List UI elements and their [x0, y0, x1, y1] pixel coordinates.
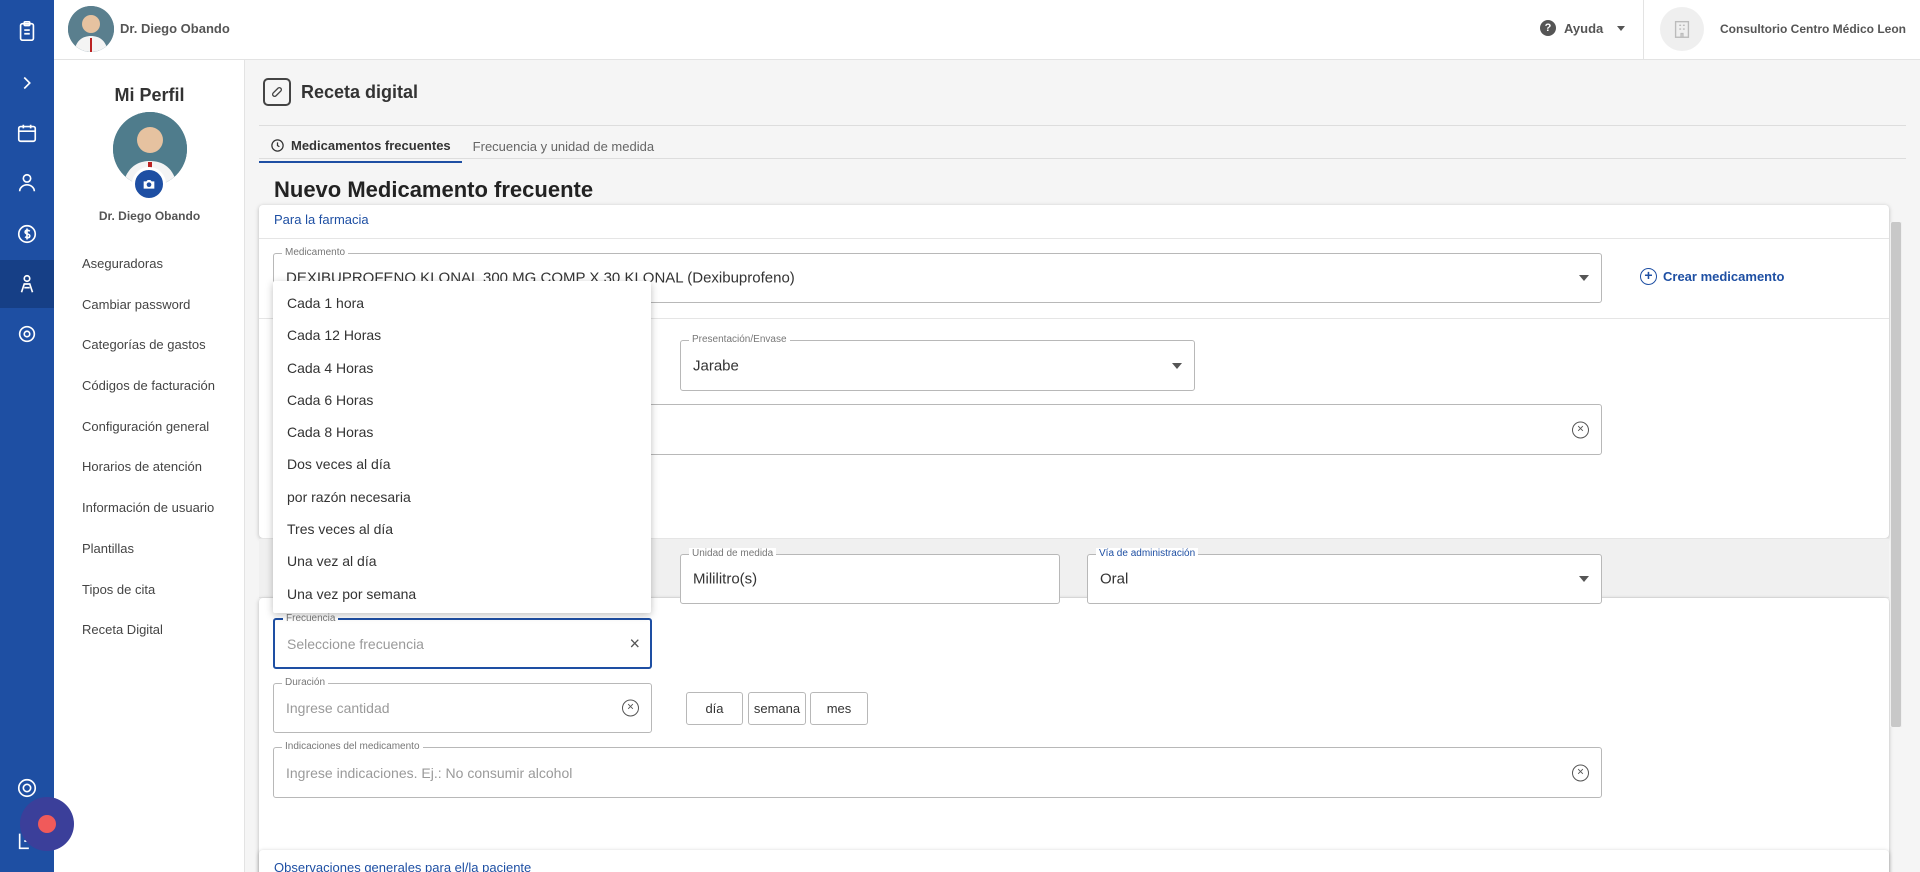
field-label: Vía de administración — [1096, 548, 1199, 559]
divider — [259, 238, 1889, 239]
field-label: Frecuencia — [283, 613, 339, 624]
sidebar-item-codigos-facturacion[interactable]: Códigos de facturación — [82, 378, 215, 419]
clear-icon[interactable]: × — [1572, 764, 1589, 781]
frequency-option[interactable]: Cada 8 Horas — [273, 416, 651, 448]
field-value: Oral — [1100, 570, 1129, 588]
left-rail — [0, 0, 54, 872]
frequency-option[interactable]: Dos veces al día — [273, 448, 651, 480]
create-medication-label: Crear medicamento — [1663, 269, 1785, 284]
prescription-icon — [263, 78, 291, 106]
sidebar-item-aseguradoras[interactable]: Aseguradoras — [82, 256, 215, 297]
duracion-input[interactable]: Duración Ingrese cantidad × — [273, 677, 652, 733]
frequency-option[interactable]: Cada 12 Horas — [273, 319, 651, 351]
help-label: Ayuda — [1564, 20, 1604, 36]
sidebar-item-horarios-atencion[interactable]: Horarios de atención — [82, 459, 215, 500]
divider — [259, 125, 1906, 126]
frequency-option[interactable]: Cada 6 Horas — [273, 384, 651, 416]
sidebar-title: Mi Perfil — [114, 85, 185, 105]
plus-circle-icon: + — [1640, 268, 1657, 285]
chevron-right-icon[interactable] — [12, 68, 42, 98]
sidebar-user-name: Dr. Diego Obando — [98, 209, 201, 223]
duration-month-button[interactable]: mes — [810, 692, 868, 725]
notification-dot — [38, 815, 56, 833]
frecuencia-input[interactable]: Frecuencia Seleccione frecuencia × — [273, 613, 652, 669]
tab-label: Frecuencia y unidad de medida — [472, 139, 655, 154]
unidad-medida-field[interactable]: Unidad de medida Mililitro(s) — [680, 548, 1060, 604]
via-administracion-select[interactable]: Vía de administración Oral — [1087, 548, 1602, 604]
help-icon: ? — [1540, 20, 1556, 36]
sidebar-item-configuracion-general[interactable]: Configuración general — [82, 419, 215, 460]
frequency-option[interactable]: Tres veces al día — [273, 513, 651, 545]
clinic-logo — [1660, 7, 1704, 51]
close-icon[interactable]: × — [629, 633, 640, 654]
observations-card: Observaciones generales para el/la pacie… — [259, 850, 1889, 872]
sidebar-menu: Aseguradoras Cambiar password Categorías… — [82, 256, 215, 663]
field-placeholder: Ingrese indicaciones. Ej.: No consumir a… — [286, 764, 573, 781]
scrollbar[interactable] — [1890, 222, 1902, 727]
avatar[interactable] — [68, 6, 114, 52]
duration-week-button[interactable]: semana — [748, 692, 806, 725]
frequency-option[interactable]: Una vez por semana — [273, 578, 651, 610]
help-menu[interactable]: ? Ayuda — [1540, 20, 1626, 36]
sidebar-item-informacion-usuario[interactable]: Información de usuario — [82, 500, 215, 541]
sidebar-item-categorias-gastos[interactable]: Categorías de gastos — [82, 337, 215, 378]
field-value: Jarabe — [693, 357, 739, 374]
calendar-icon[interactable] — [12, 118, 42, 148]
clipboard-icon[interactable] — [12, 16, 42, 46]
field-placeholder: Ingrese cantidad — [286, 700, 390, 716]
observations-label: Observaciones generales para el/la pacie… — [274, 860, 532, 872]
page-header: Receta digital — [263, 78, 418, 106]
clinic-name[interactable]: Consultorio Centro Médico Leon — [1720, 22, 1906, 36]
page-title: Receta digital — [301, 81, 419, 102]
camera-icon[interactable] — [132, 167, 166, 201]
clear-icon[interactable]: × — [1572, 421, 1589, 438]
frequency-option[interactable]: Cada 4 Horas — [273, 352, 651, 384]
chevron-down-icon — [1617, 25, 1626, 31]
profile-sidebar: Mi Perfil Dr. Diego Obando Aseguradoras … — [54, 60, 245, 872]
field-label: Duración — [282, 677, 329, 688]
user-name[interactable]: Dr. Diego Obando — [120, 21, 230, 36]
frequency-option[interactable]: Una vez al día — [273, 545, 651, 577]
top-bar: Dr. Diego Obando ? Ayuda Consultorio Cen… — [54, 0, 1920, 60]
doctor-icon[interactable] — [12, 269, 42, 299]
frequency-option[interactable]: por razón necesaria — [273, 481, 651, 513]
chevron-down-icon[interactable] — [1579, 576, 1589, 582]
create-medication-button[interactable]: + Crear medicamento — [1640, 268, 1784, 285]
divider — [259, 158, 1906, 159]
indicaciones-input[interactable]: Indicaciones del medicamento Ingrese ind… — [273, 741, 1602, 798]
sidebar-item-receta-digital[interactable]: Receta Digital — [82, 622, 215, 663]
sidebar-item-cambiar-password[interactable]: Cambiar password — [82, 297, 215, 338]
presentacion-select[interactable]: Presentación/Envase Jarabe — [680, 334, 1195, 391]
chevron-down-icon[interactable] — [1579, 275, 1589, 281]
chevron-down-icon[interactable] — [1172, 362, 1182, 369]
frequency-option[interactable]: Cada 1 hora — [273, 287, 651, 319]
clock-icon — [271, 139, 284, 152]
field-value: Mililitro(s) — [693, 570, 758, 588]
notification-bubble[interactable] — [20, 797, 74, 851]
field-label: Medicamento — [282, 247, 349, 258]
frequency-dropdown: Cada 1 hora Cada 12 Horas Cada 4 Horas C… — [273, 281, 651, 613]
field-label: Presentación/Envase — [689, 334, 790, 345]
section-title: Nuevo Medicamento frecuente — [274, 177, 594, 202]
patients-icon[interactable] — [12, 168, 42, 198]
clear-icon[interactable]: × — [622, 699, 639, 717]
field-placeholder: Seleccione frecuencia — [287, 635, 424, 652]
divider — [1643, 0, 1644, 60]
scrollbar-thumb[interactable] — [1891, 222, 1901, 727]
sidebar-item-tipos-cita[interactable]: Tipos de cita — [82, 582, 215, 623]
gear-icon[interactable] — [12, 319, 42, 349]
field-label: Unidad de medida — [689, 548, 777, 559]
tab-label: Medicamentos frecuentes — [291, 138, 451, 153]
sidebar-item-plantillas[interactable]: Plantillas — [82, 541, 215, 582]
duration-day-button[interactable]: día — [686, 692, 743, 725]
field-label: Indicaciones del medicamento — [282, 741, 423, 752]
pharmacy-label: Para la farmacia — [274, 212, 369, 227]
dollar-icon[interactable] — [12, 219, 42, 249]
